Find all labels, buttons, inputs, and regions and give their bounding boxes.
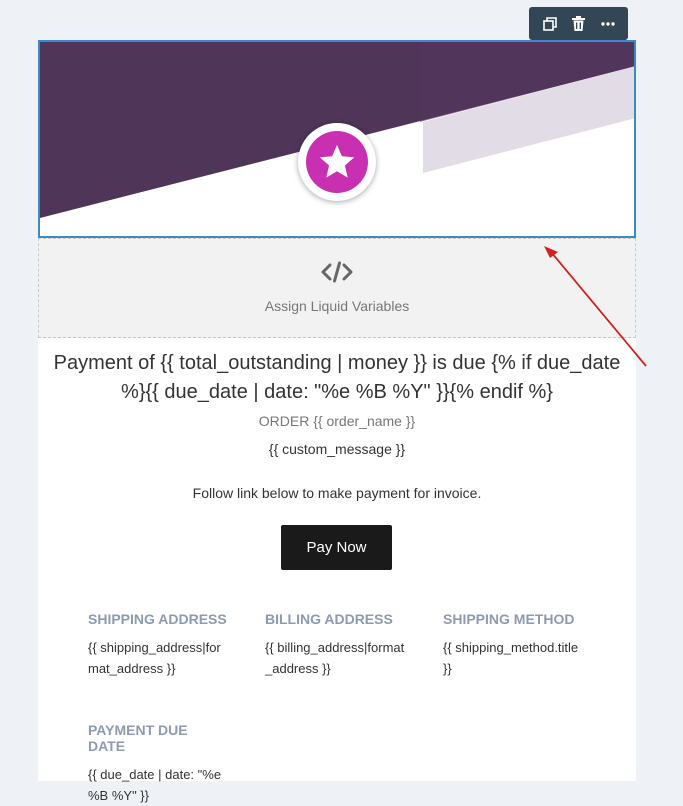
billing-address-value: {{ billing_address|format_address }}: [265, 640, 405, 676]
custom-message: {{ custom_message }}: [268, 441, 406, 457]
liquid-variables-block[interactable]: Assign Liquid Variables: [38, 238, 636, 338]
hero-header-block[interactable]: [38, 40, 636, 238]
trash-icon[interactable]: [567, 12, 591, 36]
star-icon: [319, 145, 355, 178]
shipping-address-heading: SHIPPING ADDRESS: [88, 611, 227, 627]
shipping-address-value: {{ shipping_address|format_address }}: [88, 640, 221, 676]
follow-link-text: Follow link below to make payment for in…: [192, 485, 482, 501]
logo-badge: [298, 123, 376, 201]
order-name: ORDER {{ order_name }}: [258, 413, 416, 429]
liquid-block-label: Assign Liquid Variables: [264, 298, 410, 314]
block-toolbar: [529, 7, 628, 40]
duplicate-icon[interactable]: [538, 12, 562, 36]
shipping-address-section: SHIPPING ADDRESS {{ shipping_address|for…: [88, 611, 228, 679]
pay-now-button[interactable]: Pay Now: [281, 525, 392, 570]
shipping-method-value: {{ shipping_method.title }}: [443, 640, 579, 676]
code-icon: [321, 261, 353, 283]
payment-due-date-section: PAYMENT DUE DATE {{ due_date | date: "%e…: [88, 722, 228, 806]
payment-due-date-value: {{ due_date | date: "%e %B %Y" }}: [88, 767, 222, 803]
shipping-method-section: SHIPPING METHOD {{ shipping_method.title…: [443, 611, 583, 679]
billing-address-heading: BILLING ADDRESS: [265, 611, 393, 627]
billing-address-section: BILLING ADDRESS {{ billing_address|forma…: [265, 611, 405, 679]
payment-due-date-heading: PAYMENT DUE DATE: [88, 722, 188, 754]
more-icon[interactable]: [596, 12, 620, 36]
shipping-method-heading: SHIPPING METHOD: [443, 611, 575, 627]
email-title: Payment of {{ total_outstanding | money …: [53, 352, 621, 403]
